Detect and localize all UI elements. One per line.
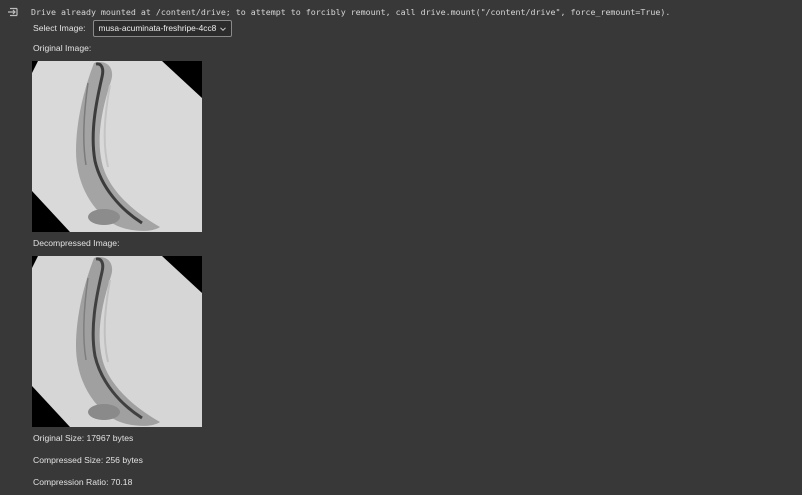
original-size-text: Original Size: 17967 bytes bbox=[33, 433, 134, 443]
decompressed-image-label: Decompressed Image: bbox=[33, 238, 120, 248]
selected-image-value: musa-acuminata-freshripe-4cc8 bbox=[98, 23, 217, 33]
original-image bbox=[32, 61, 202, 232]
chevron-down-icon bbox=[219, 25, 227, 33]
decompressed-image bbox=[32, 256, 202, 427]
image-select-dropdown[interactable]: musa-acuminata-freshripe-4cc8 bbox=[92, 19, 232, 37]
compression-ratio-text: Compression Ratio: 70.18 bbox=[33, 477, 133, 487]
select-image-label: Select Image: bbox=[33, 23, 86, 33]
compressed-size-text: Compressed Size: 256 bytes bbox=[33, 455, 143, 465]
image-selector: Select Image: musa-acuminata-freshripe-4… bbox=[33, 19, 232, 37]
output-arrow-icon[interactable] bbox=[6, 5, 22, 19]
original-image-label: Original Image: bbox=[33, 43, 92, 53]
drive-mount-message: Drive already mounted at /content/drive;… bbox=[31, 7, 671, 17]
